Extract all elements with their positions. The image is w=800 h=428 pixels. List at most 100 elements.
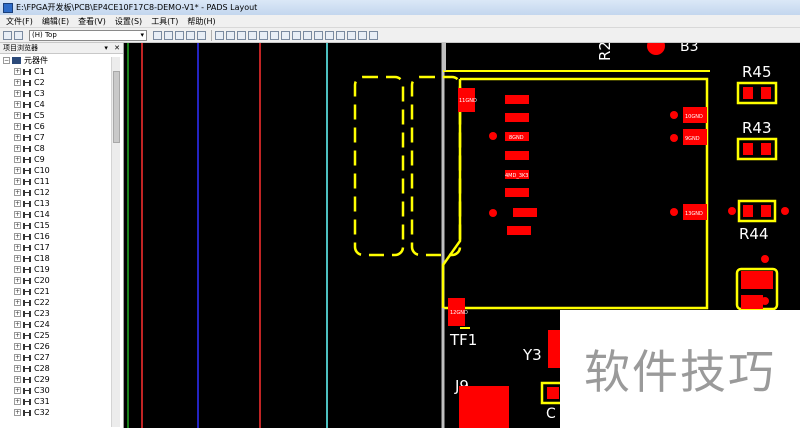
tree-item[interactable]: + C9: [0, 154, 110, 165]
expand-icon[interactable]: +: [14, 266, 21, 273]
print-icon[interactable]: [215, 30, 224, 40]
tree-item[interactable]: + C15: [0, 220, 110, 231]
tree-item[interactable]: + C8: [0, 143, 110, 154]
expand-icon[interactable]: +: [14, 200, 21, 207]
tree-item[interactable]: + C25: [0, 330, 110, 341]
expand-icon[interactable]: +: [14, 310, 21, 317]
open-icon[interactable]: [3, 30, 12, 40]
cut-icon[interactable]: [175, 30, 184, 40]
expand-icon[interactable]: +: [14, 233, 21, 240]
properties-icon[interactable]: [358, 30, 367, 40]
expand-icon[interactable]: +: [14, 409, 21, 416]
layer-select[interactable]: (H) Top ▾: [29, 29, 147, 41]
expand-icon[interactable]: +: [14, 156, 21, 163]
redraw-icon[interactable]: [281, 30, 290, 40]
tree-item[interactable]: + C31: [0, 396, 110, 407]
expand-icon[interactable]: +: [14, 112, 21, 119]
tree-item[interactable]: + C6: [0, 121, 110, 132]
tree-item[interactable]: + C4: [0, 99, 110, 110]
tree-item[interactable]: + C22: [0, 297, 110, 308]
tree-item[interactable]: + C11: [0, 176, 110, 187]
flood-icon[interactable]: [325, 30, 334, 40]
drc-icon[interactable]: [248, 30, 257, 40]
tree-item[interactable]: + C20: [0, 275, 110, 286]
tree-item[interactable]: + C26: [0, 341, 110, 352]
tree-item[interactable]: + C18: [0, 253, 110, 264]
find-icon[interactable]: [347, 30, 356, 40]
expand-icon[interactable]: +: [14, 354, 21, 361]
tree-item[interactable]: + C19: [0, 264, 110, 275]
expand-icon[interactable]: +: [14, 178, 21, 185]
redo-icon[interactable]: [164, 30, 173, 40]
tree-item[interactable]: + C10: [0, 165, 110, 176]
tree-item[interactable]: + C27: [0, 352, 110, 363]
expand-icon[interactable]: +: [14, 211, 21, 218]
collapse-icon[interactable]: −: [3, 57, 10, 64]
expand-icon[interactable]: +: [14, 167, 21, 174]
expand-icon[interactable]: +: [14, 79, 21, 86]
expand-icon[interactable]: +: [14, 222, 21, 229]
expand-icon[interactable]: +: [14, 398, 21, 405]
expand-icon[interactable]: +: [14, 343, 21, 350]
menu-tools[interactable]: 工具(T): [151, 16, 178, 27]
expand-icon[interactable]: +: [14, 68, 21, 75]
tree-item[interactable]: + C16: [0, 231, 110, 242]
expand-icon[interactable]: +: [14, 123, 21, 130]
tree-item[interactable]: + C28: [0, 363, 110, 374]
menu-help[interactable]: 帮助(H): [187, 16, 215, 27]
menu-file[interactable]: 文件(F): [6, 16, 33, 27]
close-icon[interactable]: ✕: [114, 44, 120, 52]
expand-icon[interactable]: +: [14, 299, 21, 306]
tree-item[interactable]: + C2: [0, 77, 110, 88]
help-icon[interactable]: [369, 30, 378, 40]
expand-icon[interactable]: +: [14, 288, 21, 295]
expand-icon[interactable]: +: [14, 332, 21, 339]
tree-root[interactable]: − 元器件: [0, 55, 110, 66]
display-icon[interactable]: [226, 30, 235, 40]
tree-item-label: C8: [34, 144, 45, 153]
expand-icon[interactable]: +: [14, 321, 21, 328]
plot-icon[interactable]: [259, 30, 268, 40]
route-icon[interactable]: [303, 30, 312, 40]
tree-item[interactable]: + C24: [0, 319, 110, 330]
tree-item[interactable]: + C1: [0, 66, 110, 77]
expand-icon[interactable]: +: [14, 134, 21, 141]
tree-item[interactable]: + C5: [0, 110, 110, 121]
scrollbar-thumb[interactable]: [113, 71, 120, 143]
panel-scrollbar[interactable]: [111, 57, 120, 427]
expand-icon[interactable]: +: [14, 365, 21, 372]
zoom-icon[interactable]: [292, 30, 301, 40]
copy-icon[interactable]: [186, 30, 195, 40]
tree-item[interactable]: + C3: [0, 88, 110, 99]
tree-item[interactable]: + C17: [0, 242, 110, 253]
expand-icon[interactable]: +: [14, 101, 21, 108]
undo-icon[interactable]: [153, 30, 162, 40]
expand-icon[interactable]: +: [14, 145, 21, 152]
pour-icon[interactable]: [314, 30, 323, 40]
expand-icon[interactable]: +: [14, 189, 21, 196]
pin-icon[interactable]: ▾: [104, 44, 108, 52]
expand-icon[interactable]: +: [14, 244, 21, 251]
tree-item[interactable]: + C32: [0, 407, 110, 418]
fit-icon[interactable]: [270, 30, 279, 40]
tree-item[interactable]: + C13: [0, 198, 110, 209]
tree-item[interactable]: + C23: [0, 308, 110, 319]
menu-setup[interactable]: 设置(S): [115, 16, 142, 27]
paste-icon[interactable]: [197, 30, 206, 40]
expand-icon[interactable]: +: [14, 387, 21, 394]
expand-icon[interactable]: +: [14, 376, 21, 383]
expand-icon[interactable]: +: [14, 90, 21, 97]
tree-item[interactable]: + C14: [0, 209, 110, 220]
expand-icon[interactable]: +: [14, 277, 21, 284]
menu-view[interactable]: 查看(V): [78, 16, 106, 27]
verify-icon[interactable]: [336, 30, 345, 40]
tree-item[interactable]: + C12: [0, 187, 110, 198]
save-icon[interactable]: [14, 30, 23, 40]
tree-item[interactable]: + C21: [0, 286, 110, 297]
expand-icon[interactable]: +: [14, 255, 21, 262]
tree-item[interactable]: + C30: [0, 385, 110, 396]
tree-item[interactable]: + C7: [0, 132, 110, 143]
menu-edit[interactable]: 编辑(E): [42, 16, 69, 27]
tree-item[interactable]: + C29: [0, 374, 110, 385]
layers-icon[interactable]: [237, 30, 246, 40]
